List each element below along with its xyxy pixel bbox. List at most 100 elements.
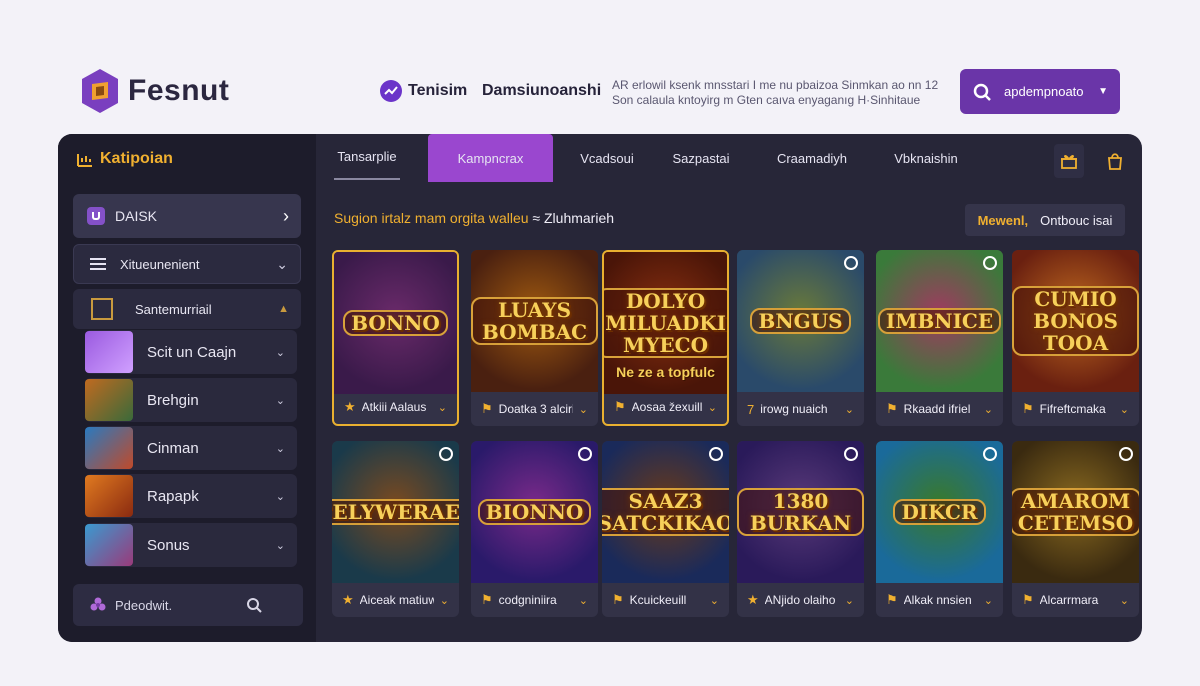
game-card-label: ANjido olaiho [764, 593, 836, 607]
game-thumbnail [85, 331, 133, 373]
sidebar-game-item[interactable]: Rapapk ⌄ [85, 474, 297, 518]
chevron-down-icon: ⌄ [275, 442, 285, 455]
sidebar-game-label: Cinman [147, 439, 199, 457]
info-icon[interactable] [578, 447, 592, 461]
menu-button-label: Ontbouc isai [1040, 212, 1113, 228]
game-art-title: IMBNICE [877, 308, 1002, 334]
tab-craamadiyh[interactable]: Craamadiyh [764, 134, 860, 182]
chevron-down-icon[interactable]: ⌄ [440, 594, 449, 607]
promo-highlight: Sugion irtalz mam orgita walleu [334, 210, 529, 226]
top-header: Fesnut Tenisim Damsiunoanshi AR erlowil … [0, 0, 1200, 130]
game-card[interactable]: LUAYS BOMBAC ⚑ Doatka 3 alcirio ⌄ [471, 250, 598, 426]
chevron-down-icon[interactable]: ⌄ [984, 594, 993, 607]
chevron-down-icon[interactable]: ⌄ [579, 594, 588, 607]
flower-icon [90, 597, 106, 611]
game-art-title: BIONNO [477, 499, 592, 525]
sidebar-game-label: Rapapk [147, 487, 199, 505]
tab-tansarplie[interactable]: Tansarplie [334, 134, 400, 180]
chevron-right-icon: › [283, 205, 289, 226]
chevron-down-icon[interactable]: ⌄ [708, 401, 717, 414]
chevron-down-icon[interactable]: ⌄ [845, 403, 854, 416]
chevron-down-icon[interactable]: ⌄ [438, 401, 447, 414]
promo-text: Sugion irtalz mam orgita walleu ≈ Zluhma… [334, 210, 614, 226]
game-card[interactable]: DIKCR ⚑ Alkak nnsien ⌄ [876, 441, 1003, 617]
game-artwork: DOLYO MILUADKI MYECO Ne ze a topfulc [604, 252, 727, 394]
gift-icon[interactable] [1054, 144, 1084, 178]
game-card[interactable]: CELYWERAES ★ Aiceak matiuw ⌄ [332, 441, 459, 617]
game-card[interactable]: 1380 BURKAN ★ ANjido olaiho ⌄ [737, 441, 864, 617]
game-card[interactable]: BIONNO ⚑ codgniniira ⌄ [471, 441, 598, 617]
sidebar-item-label: Santemurriail [135, 301, 212, 317]
chevron-down-icon: ⌄ [275, 346, 285, 359]
sidebar-item-santemurriail[interactable]: Santemurriail ▲ [73, 289, 301, 329]
chevron-down-icon[interactable]: ⌄ [845, 594, 854, 607]
game-card[interactable]: CUMIO BONOS TOOA ⚑ Fifreftcmaka ⌄ [1012, 250, 1139, 426]
game-card[interactable]: AMAROM CETEMSO ⚑ Alcarrmara ⌄ [1012, 441, 1139, 617]
chevron-down-icon[interactable]: ⌄ [710, 594, 719, 607]
game-badge-icon: ⚑ [481, 401, 493, 416]
game-art-subtitle: Ne ze a topfulc [616, 364, 715, 380]
game-card[interactable]: BNGUS 7 irowg nuaich ⌄ [737, 250, 864, 426]
game-card-footer: ⚑ Doatka 3 alcirio ⌄ [471, 392, 598, 426]
chevron-down-icon[interactable]: ⌄ [1120, 403, 1129, 416]
game-card[interactable]: DOLYO MILUADKI MYECO Ne ze a topfulc ⚑ Aosa… [602, 250, 729, 426]
chevron-down-icon[interactable]: ⌄ [984, 403, 993, 416]
game-badge-icon: 7 [747, 401, 755, 417]
info-icon[interactable] [1119, 447, 1133, 461]
game-card-label: Fifreftcmaka [1039, 402, 1106, 416]
game-artwork: 1380 BURKAN [737, 441, 864, 583]
game-badge-icon: ⚑ [614, 399, 626, 414]
game-art-title: SAAZ3 SATCKIKAO [602, 488, 729, 536]
sidebar-game-item[interactable]: Scit un Caajn ⌄ [85, 330, 297, 374]
chevron-down-icon[interactable]: ⌄ [1120, 594, 1129, 607]
game-badge-icon: ⚑ [481, 592, 493, 607]
search-icon [973, 83, 991, 101]
shield-icon [87, 207, 105, 225]
game-artwork: IMBNICE [876, 250, 1003, 392]
nav-link-damsiuno[interactable]: Damsiunoanshi [482, 82, 601, 100]
promo-rest: ≈ Zluhmarieh [528, 210, 615, 226]
info-icon[interactable] [844, 447, 858, 461]
game-card-footer: ⚑ codgniniira ⌄ [471, 583, 598, 617]
search-icon[interactable] [245, 596, 263, 614]
info-icon[interactable] [983, 256, 997, 270]
chevron-down-icon: ⌄ [275, 490, 285, 503]
sidebar-footer[interactable]: Pdeodwit. [73, 584, 303, 626]
game-badge-icon: ⚑ [886, 592, 898, 607]
sidebar-game-item[interactable]: Brehgin ⌄ [85, 378, 297, 422]
nav-link-tenisim[interactable]: Tenisim [380, 80, 467, 102]
game-card[interactable]: SAAZ3 SATCKIKAO ⚑ Kcuickeuill ⌄ [602, 441, 729, 617]
sidebar-item-daisk[interactable]: DAISK › [73, 194, 301, 238]
sidebar-game-label: Scit un Caajn [147, 343, 237, 361]
info-icon[interactable] [983, 447, 997, 461]
tab-kampncrax[interactable]: Kampncrax [428, 134, 553, 182]
trend-icon [380, 80, 402, 102]
chevron-down-icon[interactable]: ⌄ [579, 403, 588, 416]
tab-vbknaishin[interactable]: Vbknaishin [876, 134, 976, 182]
info-icon[interactable] [709, 447, 723, 461]
game-badge-icon: ★ [344, 399, 356, 414]
header-tagline: AR erlowil ksenk mnsstari I me nu pbaizo… [612, 78, 939, 107]
search-button[interactable]: apdempnoato ▼ [960, 69, 1120, 114]
bag-icon[interactable] [1100, 144, 1130, 178]
info-icon[interactable] [844, 256, 858, 270]
brand[interactable]: Fesnut [80, 68, 229, 114]
game-art-title: CUMIO BONOS TOOA [1012, 286, 1139, 356]
tab-sazpastai[interactable]: Sazpastai [662, 134, 740, 182]
sidebar-game-item[interactable]: Sonus ⌄ [85, 523, 297, 567]
game-card-label: irowg nuaich [760, 402, 828, 416]
game-card[interactable]: BONNO ★ Atkiii Aalaus ⌄ [332, 250, 459, 426]
tab-vcadsoui[interactable]: Vcadsoui [572, 134, 642, 182]
game-artwork: BONNO [334, 252, 457, 394]
game-card-footer: ⚑ Kcuickeuill ⌄ [602, 583, 729, 617]
menu-button[interactable]: Mewenl, Ontbouc isai [965, 204, 1125, 236]
game-card-label: Alcarrmara [1039, 593, 1099, 607]
chevron-down-icon: ▼ [1098, 86, 1108, 97]
game-card-label: codgniniira [498, 593, 557, 607]
game-card-footer: ⚑ Alcarrmara ⌄ [1012, 583, 1139, 617]
info-icon[interactable] [439, 447, 453, 461]
sidebar-game-item[interactable]: Cinman ⌄ [85, 426, 297, 470]
sidebar-item-xitue[interactable]: Xitueunenient ⌄ [73, 244, 301, 284]
menu-icon [90, 258, 106, 270]
game-card[interactable]: IMBNICE ⚑ Rkaadd ifriel ⌄ [876, 250, 1003, 426]
